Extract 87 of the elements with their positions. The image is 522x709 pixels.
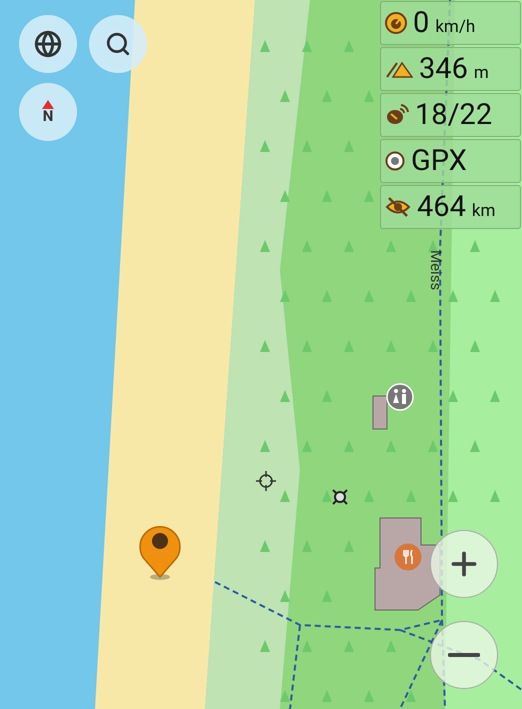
tree-icon: [302, 140, 312, 152]
tree-icon: [302, 40, 312, 52]
tree-icon: [406, 290, 416, 302]
tree-icon: [322, 390, 332, 402]
tree-icon: [344, 40, 354, 52]
tree-icon: [302, 640, 312, 652]
minus-icon: [448, 653, 480, 657]
tree-icon: [280, 190, 290, 202]
tree-icon: [344, 440, 354, 452]
mountain-icon: [385, 60, 413, 78]
tree-icon: [364, 290, 374, 302]
info-widget[interactable]: 464 km: [380, 185, 521, 229]
tree-icon: [364, 190, 374, 202]
tree-icon: [280, 290, 290, 302]
building-block: [372, 396, 388, 430]
widget-value: 346: [419, 54, 468, 84]
tree-icon: [302, 340, 312, 352]
tree-icon: [406, 490, 416, 502]
tree-icon: [470, 340, 480, 352]
info-widget[interactable]: 18/22: [380, 93, 521, 137]
tree-icon: [428, 240, 438, 252]
widget-value: 464: [417, 192, 466, 222]
tree-icon: [386, 440, 396, 452]
tree-icon: [260, 240, 270, 252]
widget-unit: km: [472, 203, 496, 220]
widget-value: GPX: [411, 146, 467, 176]
tree-icon: [302, 240, 312, 252]
tree-icon: [470, 240, 480, 252]
road-label: Meiss: [426, 250, 446, 290]
tree-icon: [470, 440, 480, 452]
tree-icon: [260, 40, 270, 52]
tree-icon: [322, 690, 332, 702]
info-widget[interactable]: 0 km/h: [380, 1, 521, 45]
tree-icon: [322, 190, 332, 202]
toilets-icon: [386, 383, 414, 411]
cog-icon: [331, 488, 349, 506]
tree-icon: [344, 540, 354, 552]
tree-icon: [260, 340, 270, 352]
tree-icon: [448, 290, 458, 302]
tree-icon: [260, 440, 270, 452]
tree-icon: [344, 240, 354, 252]
tree-icon: [448, 390, 458, 402]
widget-value: 0: [413, 8, 430, 38]
tree-icon: [490, 390, 500, 402]
tree-icon: [364, 90, 374, 102]
tree-icon: [344, 340, 354, 352]
tree-icon: [260, 140, 270, 152]
widget-unit: m: [474, 65, 489, 82]
tree-icon: [490, 290, 500, 302]
tree-icon: [322, 290, 332, 302]
tree-icon: [302, 540, 312, 552]
tree-icon: [280, 590, 290, 602]
tree-icon: [260, 640, 270, 652]
globe-icon: [34, 30, 62, 58]
tree-icon: [302, 440, 312, 452]
widget-unit: km/h: [435, 19, 476, 36]
tree-icon: [364, 490, 374, 502]
tree-icon: [386, 240, 396, 252]
north-arrow-icon: [42, 100, 54, 109]
widget-value: 18/22: [415, 100, 492, 130]
tree-icon: [386, 340, 396, 352]
info-widget[interactable]: 346 m: [380, 47, 521, 91]
tree-icon: [280, 490, 290, 502]
search-icon: [105, 31, 131, 57]
tree-icon: [344, 640, 354, 652]
tree-icon: [280, 390, 290, 402]
tree-icon: [490, 490, 500, 502]
crossed-eye-icon: [385, 196, 411, 218]
info-widget[interactable]: GPX: [380, 139, 521, 183]
tree-icon: [428, 340, 438, 352]
restaurant-icon: [394, 543, 422, 571]
satellite-dish-icon: [385, 104, 409, 126]
tree-icon: [322, 590, 332, 602]
tree-icon: [322, 490, 332, 502]
crosshair-icon: [255, 470, 277, 492]
tree-icon: [406, 690, 416, 702]
tree-icon: [448, 490, 458, 502]
tree-icon: [280, 90, 290, 102]
tree-icon: [260, 540, 270, 552]
tree-icon: [280, 690, 290, 702]
tree-icon: [386, 640, 396, 652]
tree-icon: [428, 440, 438, 452]
speedometer-icon: [385, 12, 407, 34]
tree-icon: [344, 140, 354, 152]
record-icon: [385, 151, 405, 171]
tree-icon: [364, 690, 374, 702]
tree-icon: [322, 90, 332, 102]
